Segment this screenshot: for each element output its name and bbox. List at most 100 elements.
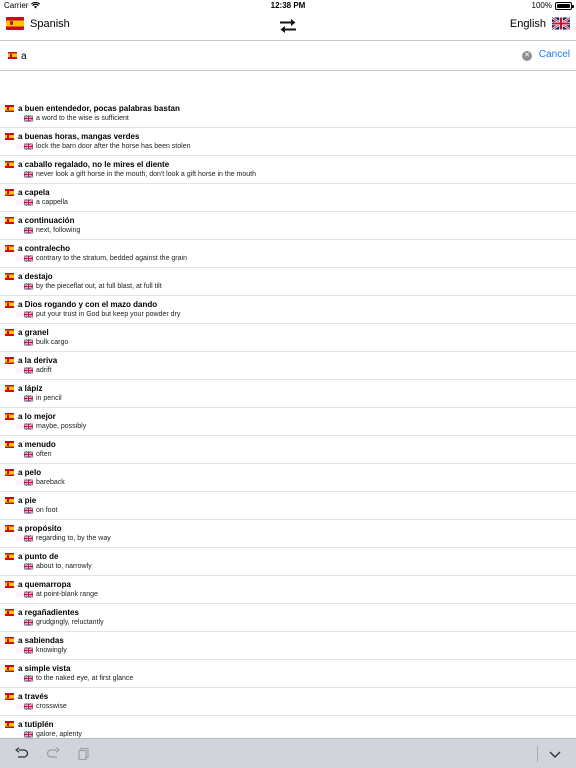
uk-flag-icon (24, 647, 33, 654)
uk-flag-icon (24, 535, 33, 542)
result-row[interactable]: a quemarropa at point-blank range (0, 576, 576, 604)
spain-flag-icon (5, 497, 14, 504)
term-text: a propósito (18, 524, 62, 533)
result-row[interactable]: a lo mejor maybe, possibly (0, 408, 576, 436)
term-text: a la deriva (18, 356, 58, 365)
search-bar: ✕ Cancel (0, 41, 576, 71)
result-row[interactable]: a tutiplén galore, aplenty (0, 716, 576, 738)
result-term: a contralecho (5, 244, 70, 253)
result-translation: in pencil (24, 395, 62, 402)
result-translation: a word to the wise is sufficient (24, 115, 129, 122)
target-language-button[interactable]: English (510, 17, 570, 30)
spain-flag-icon (5, 721, 14, 728)
result-term: a propósito (5, 524, 62, 533)
result-translation: lock the barn door after the horse has b… (24, 143, 191, 150)
spain-flag-icon (5, 637, 14, 644)
result-row[interactable]: a contralecho contrary to the stratum, be… (0, 240, 576, 268)
spain-flag-icon (6, 17, 24, 30)
result-row[interactable]: a punto de about to, narrowly (0, 548, 576, 576)
uk-flag-icon (24, 563, 33, 570)
translation-text: on foot (36, 507, 58, 514)
uk-flag-icon (24, 423, 33, 430)
result-translation: at point-blank range (24, 591, 98, 598)
result-row[interactable]: a la deriva adrift (0, 352, 576, 380)
spain-flag-icon (5, 245, 14, 252)
term-text: a caballo regalado, no le mires el dient… (18, 160, 170, 169)
result-row[interactable]: a través crosswise (0, 688, 576, 716)
spain-flag-icon (5, 665, 14, 672)
result-translation: bulk cargo (24, 339, 68, 346)
translation-text: next, following (36, 227, 81, 234)
result-translation: to the naked eye, at first glance (24, 675, 133, 682)
result-term: a lápiz (5, 384, 42, 393)
uk-flag-icon (24, 395, 33, 402)
result-term: a capela (5, 188, 50, 197)
result-term: a Dios rogando y con el mazo dando (5, 300, 157, 309)
search-input[interactable] (21, 48, 491, 64)
uk-flag-icon (24, 227, 33, 234)
result-row[interactable]: a capela a cappella (0, 184, 576, 212)
result-row[interactable]: a Dios rogando y con el mazo dando put yo… (0, 296, 576, 324)
result-translation: put your trust in God but keep your powd… (24, 311, 180, 318)
result-term: a granel (5, 328, 49, 337)
result-term: a tutiplén (5, 720, 54, 729)
translation-text: galore, aplenty (36, 731, 82, 738)
chevron-down-icon[interactable] (548, 747, 562, 761)
redo-icon[interactable] (46, 747, 60, 761)
uk-flag-icon (24, 311, 33, 318)
result-row[interactable]: a sabiendas knowingly (0, 632, 576, 660)
result-row[interactable]: a destajo by the pieceflat out, at full b… (0, 268, 576, 296)
term-text: a lápiz (18, 384, 43, 393)
result-row[interactable]: a granel bulk cargo (0, 324, 576, 352)
result-translation: galore, aplenty (24, 731, 82, 738)
result-translation: on foot (24, 507, 57, 514)
translation-text: knowingly (36, 647, 67, 654)
translation-text: crosswise (36, 703, 67, 710)
uk-flag-icon (24, 339, 33, 346)
result-term: a continuación (5, 216, 74, 225)
source-language-button[interactable]: Spanish (6, 17, 70, 30)
term-text: a simple vista (18, 664, 71, 673)
battery-percent: 100% (531, 1, 552, 10)
cancel-button[interactable]: Cancel (539, 49, 570, 60)
result-term: a buenas horas, mangas verdes (5, 132, 139, 141)
result-row[interactable]: a lápiz in pencil (0, 380, 576, 408)
term-text: a capela (18, 188, 50, 197)
swap-arrows-icon[interactable] (277, 18, 299, 34)
spain-flag-icon (5, 385, 14, 392)
result-row[interactable]: a caballo regalado, no le mires el dient… (0, 156, 576, 184)
result-term: a punto de (5, 552, 58, 561)
result-row[interactable]: a regañadientes grudgingly, reluctantly (0, 604, 576, 632)
term-text: a sabiendas (18, 636, 64, 645)
translation-text: by the pieceflat out, at full blast, at … (36, 283, 162, 290)
source-language-label: Spanish (30, 17, 70, 30)
term-text: a buenas horas, mangas verdes (18, 132, 140, 141)
result-row[interactable]: a buenas horas, mangas verdes lock the ba… (0, 128, 576, 156)
translation-text: in pencil (36, 395, 62, 402)
translation-text: about to, narrowly (36, 563, 92, 570)
spain-flag-icon (5, 105, 14, 112)
result-row[interactable]: a menudo often (0, 436, 576, 464)
spain-flag-icon (5, 693, 14, 700)
result-translation: crosswise (24, 703, 67, 710)
result-row[interactable]: a continuación next, following (0, 212, 576, 240)
clear-circle-icon[interactable]: ✕ (522, 51, 532, 61)
result-row[interactable]: a pelo bareback (0, 464, 576, 492)
result-row[interactable]: a simple vista to the naked eye, at first… (0, 660, 576, 688)
battery-icon (555, 1, 574, 10)
result-row[interactable]: a pie on foot (0, 492, 576, 520)
copy-icon[interactable] (77, 747, 91, 761)
undo-icon[interactable] (15, 747, 29, 761)
translation-text: never look a gift horse in the mouth, do… (36, 171, 257, 178)
result-row[interactable]: a buen entendedor, pocas palabras bastan… (0, 100, 576, 128)
uk-flag-icon (24, 283, 33, 290)
spain-flag-icon (5, 441, 14, 448)
spain-flag-icon (5, 553, 14, 560)
spain-flag-icon (5, 525, 14, 532)
spain-flag-icon (5, 413, 14, 420)
result-term: a regañadientes (5, 608, 79, 617)
result-row[interactable]: a propósito regarding to, by the way (0, 520, 576, 548)
spain-flag-icon (5, 217, 14, 224)
term-text: a continuación (18, 216, 75, 225)
result-translation: maybe, possibly (24, 423, 86, 430)
